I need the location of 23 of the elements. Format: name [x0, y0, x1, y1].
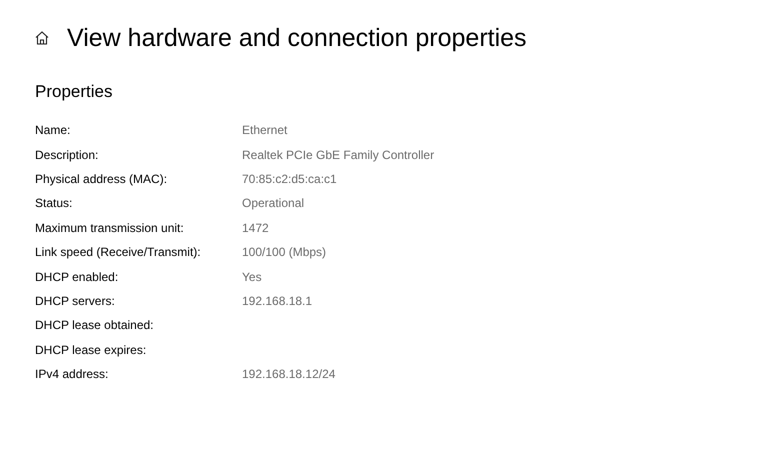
property-label: DHCP lease expires:: [35, 342, 148, 359]
property-label: DHCP lease obtained:: [35, 317, 155, 334]
property-value: Yes: [242, 268, 263, 286]
property-label: Name:: [35, 122, 72, 140]
home-icon[interactable]: [35, 31, 49, 45]
property-value: 192.168.18.1: [242, 292, 314, 310]
property-label: DHCP servers:: [35, 292, 116, 310]
property-label: Description:: [35, 146, 100, 164]
property-value: 100/100 (Mbps): [242, 244, 328, 262]
property-label: Status:: [35, 195, 74, 212]
property-value: 1472: [242, 220, 270, 237]
property-value: Operational: [242, 195, 306, 212]
page-title: View hardware and connection properties: [67, 23, 527, 54]
property-value: 70:85:c2:d5:ca:c1: [242, 170, 338, 188]
property-value: Realtek PCIe GbE Family Controller: [242, 146, 436, 164]
property-label: Link speed (Receive/Transmit):: [35, 244, 202, 262]
property-label: DHCP enabled:: [35, 268, 120, 286]
property-label: Physical address (MAC):: [35, 170, 168, 188]
property-label: IPv4 address:: [35, 366, 110, 384]
section-heading: Properties: [35, 81, 114, 103]
property-value: Ethernet: [242, 122, 288, 140]
property-value: 192.168.18.12/24: [242, 366, 336, 384]
property-label: Maximum transmission unit:: [35, 220, 185, 237]
